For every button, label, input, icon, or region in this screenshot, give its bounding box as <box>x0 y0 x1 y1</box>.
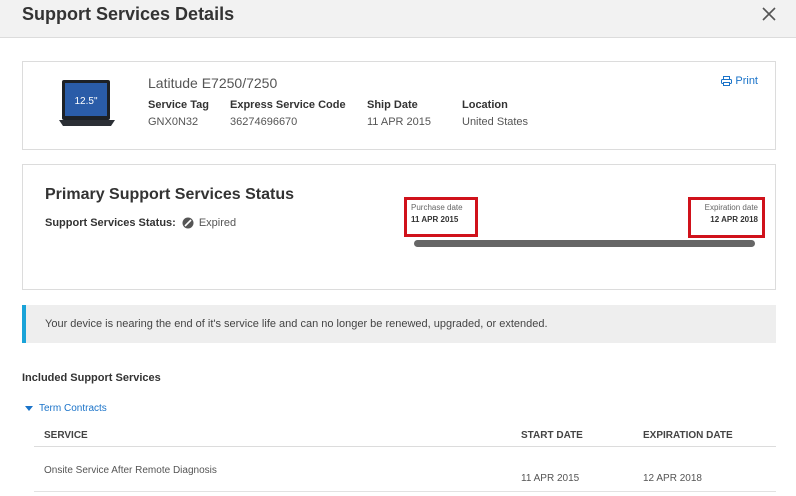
status-value: Expired <box>198 217 237 229</box>
ship-date-field: Ship Date 11 APR 2015 <box>367 99 431 128</box>
term-contracts-toggle[interactable]: Term Contracts <box>25 403 107 414</box>
device-model: Latitude E7250/7250 <box>148 75 278 91</box>
purchase-date-label: Purchase date <box>411 203 463 212</box>
expiration-date-value: 12 APR 2018 <box>710 215 758 224</box>
table-row: Onsite Service After Remote Diagnosis 11… <box>34 448 776 492</box>
print-label[interactable]: Print <box>735 75 758 87</box>
laptop-image: 12.5" <box>59 78 115 130</box>
status-title: Primary Support Services Status <box>45 186 294 203</box>
express-service-code-field: Express Service Code 36274696670 <box>230 99 346 128</box>
location-field: Location United States <box>462 99 528 128</box>
field-value: 11 APR 2015 <box>367 116 432 128</box>
service-tag-field: Service Tag GNX0N32 <box>148 99 209 128</box>
start-date-cell: 11 APR 2015 <box>521 473 580 484</box>
expiration-date-label: Expiration date <box>704 203 758 212</box>
expired-icon <box>182 217 194 229</box>
screen-size-badge: 12.5" <box>74 96 97 107</box>
field-value: 36274696670 <box>230 116 298 128</box>
purchase-date-box: Purchase date 11 APR 2015 <box>404 197 478 237</box>
status-row: Support Services Status: Expired <box>45 217 236 229</box>
status-label: Support Services Status: <box>45 217 176 229</box>
table-header: SERVICE START DATE EXPIRATION DATE <box>34 424 776 447</box>
device-card: 12.5" Latitude E7250/7250 Service Tag GN… <box>22 61 776 150</box>
modal-title: Support Services Details <box>22 4 235 24</box>
close-icon[interactable] <box>758 3 780 25</box>
alert-text: Your device is nearing the end of it's s… <box>45 318 548 330</box>
expiration-date-cell: 12 APR 2018 <box>643 473 702 484</box>
modal-header: Support Services Details <box>0 0 796 38</box>
column-header-start-date: START DATE <box>521 430 583 441</box>
included-services-title: Included Support Services <box>22 372 161 384</box>
service-life-alert: Your device is nearing the end of it's s… <box>22 305 776 343</box>
expiration-date-box: Expiration date 12 APR 2018 <box>688 197 765 238</box>
field-label: Location <box>462 99 508 111</box>
field-label: Ship Date <box>367 99 418 111</box>
field-value: United States <box>462 116 529 128</box>
printer-icon <box>721 76 733 86</box>
service-cell: Onsite Service After Remote Diagnosis <box>44 465 217 476</box>
column-header-expiration-date: EXPIRATION DATE <box>643 430 733 441</box>
field-value: GNX0N32 <box>148 116 199 128</box>
close-button[interactable] <box>758 3 780 25</box>
status-card: Primary Support Services Status Support … <box>22 164 776 290</box>
field-label: Express Service Code <box>230 99 346 111</box>
purchase-date-value: 11 APR 2015 <box>411 215 459 224</box>
term-contracts-label[interactable]: Term Contracts <box>39 403 107 414</box>
coverage-timeline-bar <box>414 240 755 247</box>
column-header-service: SERVICE <box>44 430 88 441</box>
field-label: Service Tag <box>148 99 209 111</box>
print-link[interactable]: Print <box>721 75 758 87</box>
caret-down-icon[interactable] <box>25 405 33 412</box>
